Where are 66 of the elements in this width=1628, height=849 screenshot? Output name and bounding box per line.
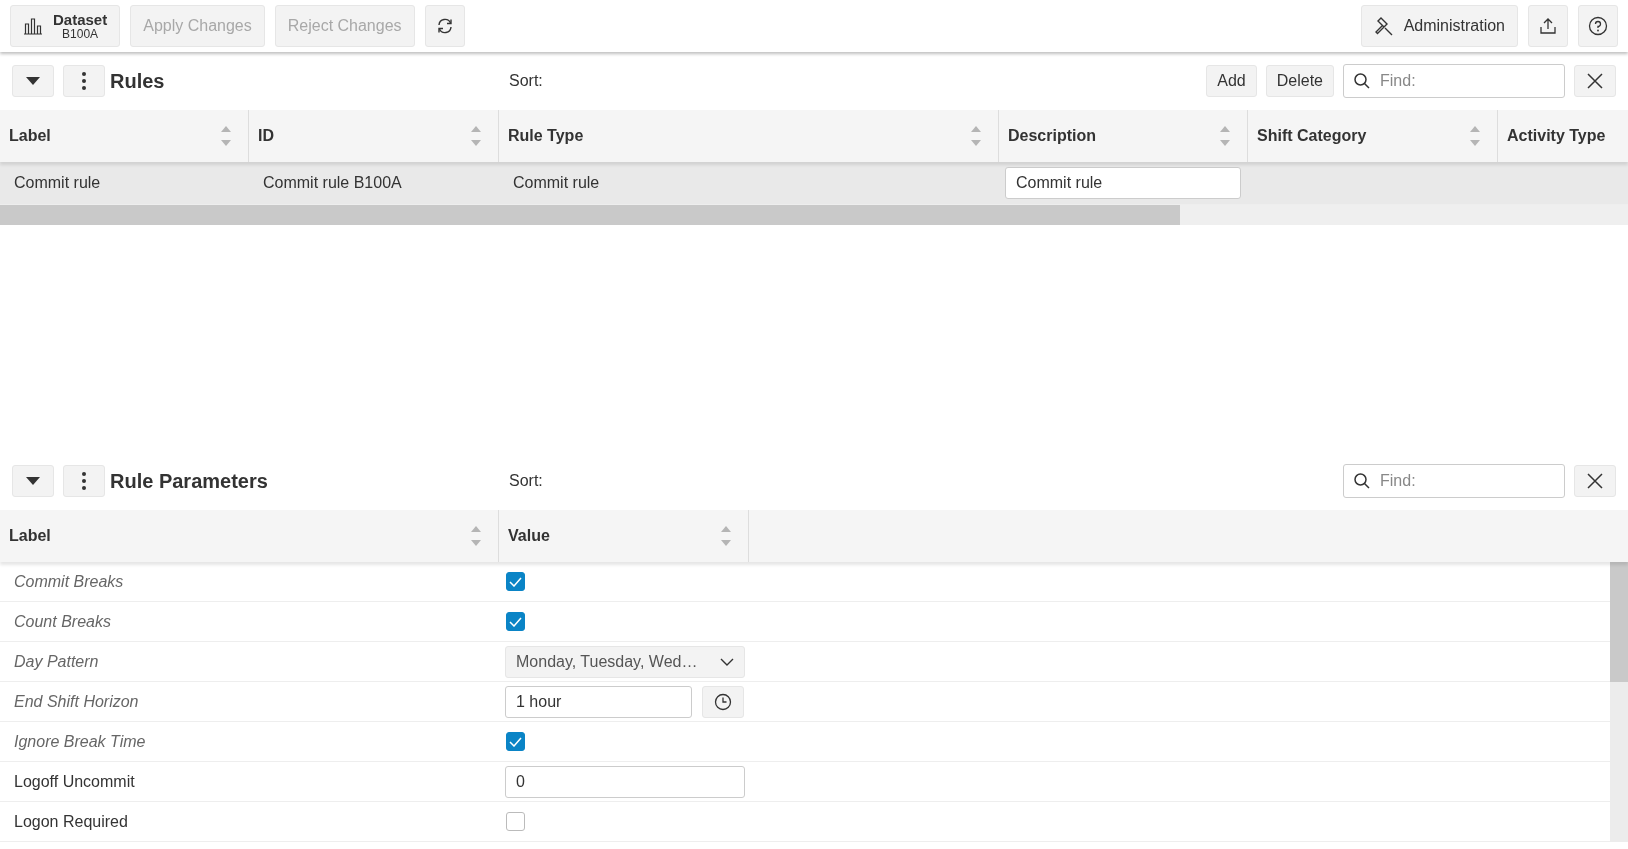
gavel-icon	[1373, 16, 1394, 36]
search-field[interactable]: Find:	[1343, 64, 1565, 98]
column-header[interactable]: Label	[0, 510, 499, 562]
parameter-label: Count Breaks	[14, 612, 111, 631]
close-icon	[1587, 73, 1603, 89]
upload-icon	[1539, 17, 1557, 35]
parameter-label: Logoff Uncommit	[14, 772, 135, 791]
sort-icon	[720, 524, 732, 548]
sort-icon	[470, 124, 482, 148]
more-icon	[82, 472, 86, 490]
sort-icon	[970, 124, 982, 148]
parameter-label: Ignore Break Time	[14, 732, 146, 751]
table-cell: Commit rule B100A	[263, 174, 402, 192]
dataset-button[interactable]: Dataset B100A	[10, 5, 121, 47]
table-row[interactable]: Commit rule Commit rule B100A Commit rule Commit rule	[0, 162, 1628, 205]
input-field[interactable]: 0	[505, 765, 745, 798]
sort-icon	[470, 524, 482, 548]
clock-button[interactable]	[702, 685, 744, 718]
collapse-button[interactable]	[12, 465, 54, 497]
input-field[interactable]: Commit rule	[1005, 167, 1241, 199]
close-icon	[1587, 473, 1603, 489]
clear-search-button[interactable]	[1574, 465, 1616, 497]
sort-icon	[220, 124, 232, 148]
column-header[interactable]: Activity Type	[1498, 110, 1628, 162]
search-icon	[1353, 472, 1371, 490]
action-button[interactable]: Delete	[1265, 65, 1334, 97]
export-button[interactable]	[1528, 5, 1568, 47]
collapse-button[interactable]	[12, 65, 54, 97]
sort-label: Sort:	[509, 472, 543, 490]
caret-icon	[25, 76, 41, 86]
table-cell: Commit rule	[14, 174, 101, 192]
parameter-label: Day Pattern	[14, 652, 99, 671]
sort-icon	[1219, 124, 1231, 148]
scrollbar-thumb[interactable]	[0, 205, 1181, 225]
chevron-icon	[720, 657, 734, 666]
administration-button[interactable]: Administration	[1360, 5, 1518, 47]
parameter-label: Logon Required	[14, 812, 128, 831]
clock-icon	[714, 692, 732, 711]
parameter-label: Commit Breaks	[14, 572, 124, 591]
action-button[interactable]: Add	[1206, 65, 1257, 97]
help-button[interactable]	[1578, 5, 1618, 47]
search-field[interactable]: Find:	[1343, 464, 1565, 498]
checkbox[interactable]	[506, 812, 525, 831]
bar-chart-icon	[23, 17, 43, 35]
refresh-icon	[435, 17, 454, 35]
dropdown[interactable]: Monday, Tuesday, Wed…	[505, 645, 745, 678]
refresh-button[interactable]	[424, 5, 465, 47]
column-header[interactable]: Value	[499, 510, 749, 562]
more-icon	[82, 72, 86, 90]
parameter-label: End Shift Horizon	[14, 692, 139, 711]
more-button[interactable]	[63, 65, 105, 97]
checkbox[interactable]	[506, 612, 525, 631]
more-button[interactable]	[63, 465, 105, 497]
help-icon	[1588, 16, 1608, 36]
sort-label: Sort:	[509, 72, 543, 90]
input-field[interactable]: 1 hour	[505, 685, 692, 718]
caret-icon	[25, 476, 41, 486]
table-cell: Commit rule	[513, 174, 600, 192]
scrollbar-thumb[interactable]	[1610, 562, 1628, 682]
panel-title: Rule Parameters	[110, 469, 269, 493]
clear-search-button[interactable]	[1574, 65, 1616, 97]
sort-icon	[1469, 124, 1481, 148]
checkbox[interactable]	[506, 732, 525, 751]
panel-title: Rules	[110, 69, 166, 93]
checkbox[interactable]	[506, 572, 525, 591]
search-icon	[1353, 72, 1371, 90]
